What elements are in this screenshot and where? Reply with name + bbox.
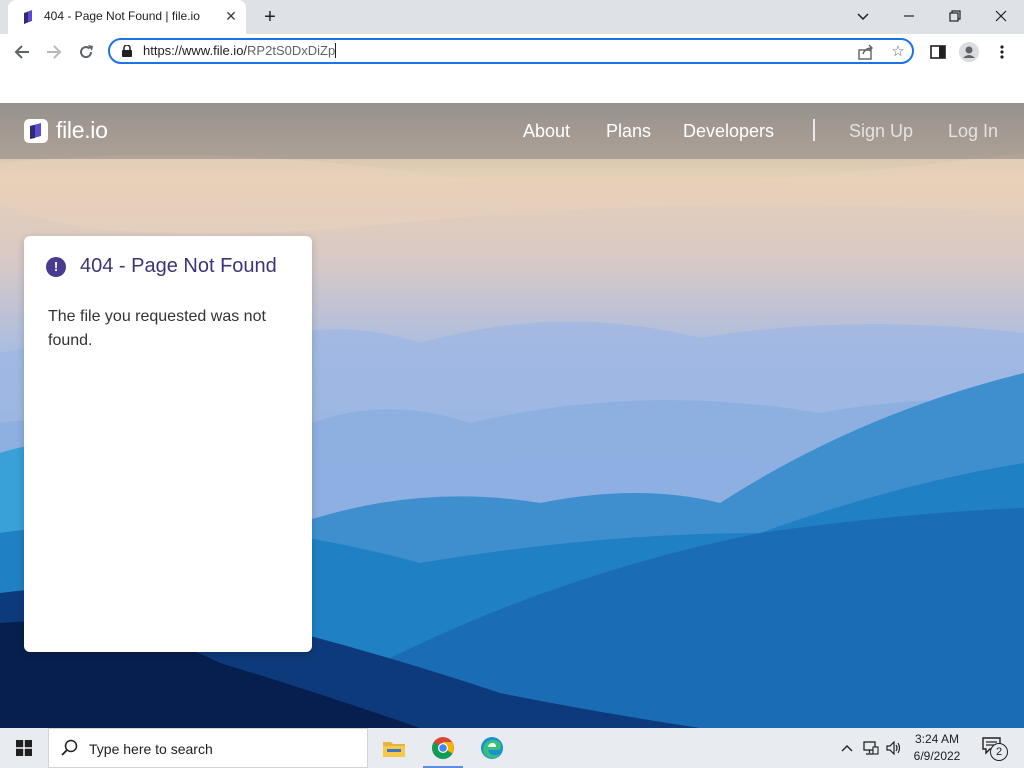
tab-strip: 404 - Page Not Found | file.io ✕ +	[0, 0, 1024, 34]
url-host: https://www.file.io/	[143, 43, 248, 58]
browser-menu-icon[interactable]	[992, 42, 1012, 62]
minimize-icon[interactable]	[895, 4, 923, 28]
file-explorer-icon[interactable]	[370, 728, 418, 768]
notification-center-icon[interactable]: 2	[982, 737, 1008, 761]
bookmark-star-icon[interactable]: ☆	[888, 42, 908, 62]
windows-taskbar: Type here to search 3:24 AM 6/9/2022 2	[0, 728, 1024, 768]
nav-plans[interactable]: Plans	[606, 121, 651, 142]
nav-developers[interactable]: Developers	[683, 121, 774, 142]
search-placeholder: Type here to search	[89, 741, 213, 757]
search-icon	[61, 739, 78, 756]
tab-title: 404 - Page Not Found | file.io	[44, 9, 200, 23]
notification-count-badge: 2	[990, 743, 1008, 761]
volume-icon[interactable]	[885, 738, 903, 758]
chrome-icon[interactable]	[419, 728, 467, 768]
share-icon[interactable]	[856, 42, 876, 62]
nav-divider	[813, 119, 815, 141]
forward-arrow-icon[interactable]	[42, 40, 66, 64]
web-page: file.io About Plans Developers Sign Up L…	[0, 70, 1024, 728]
browser-toolbar: https://www.file.io/RP2tS0DxDiZp ☆	[0, 34, 1024, 70]
network-icon[interactable]	[862, 738, 880, 758]
taskbar-search-box[interactable]: Type here to search	[48, 728, 368, 768]
tab-search-chevron-icon[interactable]	[849, 4, 877, 28]
restore-icon[interactable]	[941, 4, 969, 28]
active-tab[interactable]: 404 - Page Not Found | file.io ✕	[8, 0, 246, 34]
error-title: 404 - Page Not Found	[80, 255, 277, 277]
windows-start-icon[interactable]	[0, 728, 48, 768]
nav-log-in[interactable]: Log In	[948, 121, 998, 142]
reload-icon[interactable]	[74, 40, 98, 64]
tab-close-icon[interactable]: ✕	[223, 8, 239, 24]
nav-about[interactable]: About	[523, 121, 570, 142]
close-window-icon[interactable]	[987, 4, 1015, 28]
url-path: RP2tS0DxDiZp	[247, 43, 336, 58]
file-io-logo-icon[interactable]	[24, 119, 48, 143]
site-header: file.io About Plans Developers Sign Up L…	[0, 103, 1024, 159]
new-tab-plus-icon[interactable]: +	[259, 6, 281, 28]
nav-sign-up[interactable]: Sign Up	[849, 121, 913, 142]
clock-time: 3:24 AM	[914, 732, 960, 746]
profile-avatar-icon[interactable]	[959, 42, 979, 62]
back-arrow-icon[interactable]	[10, 40, 34, 64]
file-io-favicon-icon	[24, 10, 32, 24]
error-card: ! 404 - Page Not Found The file you requ…	[24, 236, 312, 652]
site-logo-text[interactable]: file.io	[56, 117, 108, 144]
lock-icon[interactable]	[122, 45, 132, 57]
clock-date: 6/9/2022	[913, 749, 961, 763]
side-panel-icon[interactable]	[928, 42, 948, 62]
error-message: The file you requested was not found.	[48, 308, 266, 349]
edge-icon[interactable]	[468, 728, 516, 768]
show-hidden-icons-chevron-icon[interactable]	[838, 738, 856, 758]
exclamation-alert-icon: !	[46, 257, 66, 277]
page-top-whitespace	[0, 70, 1024, 103]
system-clock[interactable]: 3:24 AM 6/9/2022	[906, 731, 968, 765]
url-text[interactable]: https://www.file.io/RP2tS0DxDiZp	[143, 43, 337, 58]
text-caret	[335, 43, 337, 58]
address-bar[interactable]: https://www.file.io/RP2tS0DxDiZp ☆	[108, 38, 914, 64]
